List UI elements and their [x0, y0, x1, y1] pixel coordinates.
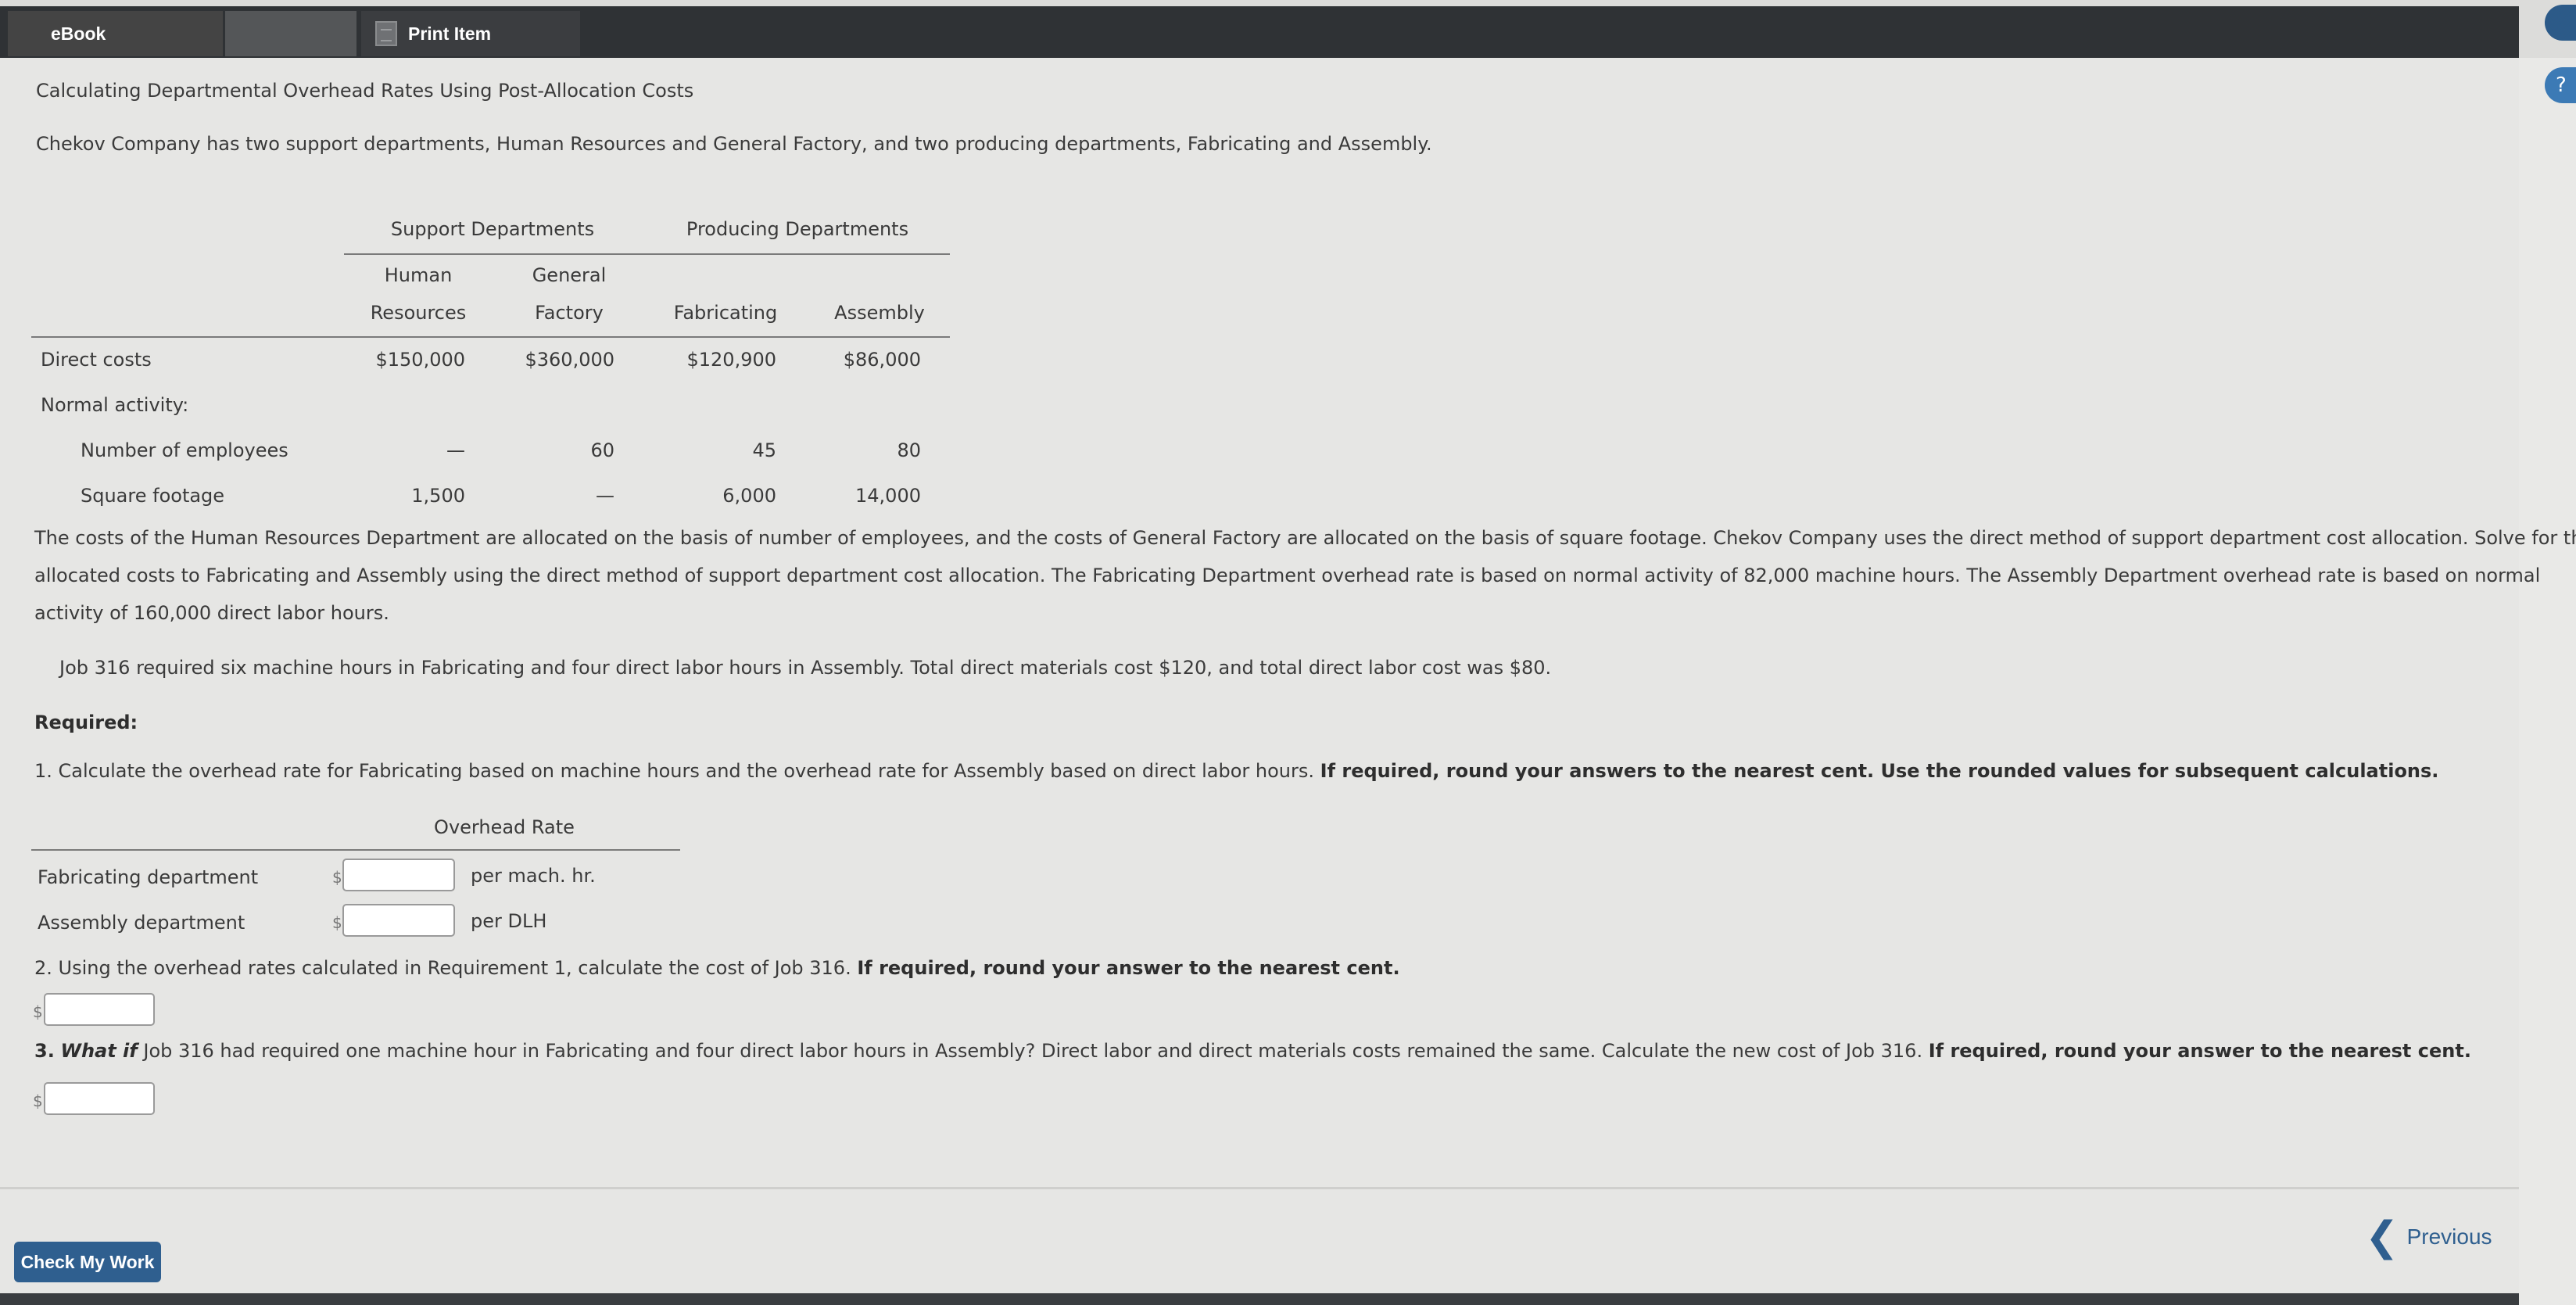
cell-emp-gf: 60 — [590, 439, 614, 461]
paragraph-allocation-line-2: allocated costs to Fabricating and Assem… — [34, 565, 2541, 586]
row-sqft-label: Square footage — [81, 485, 225, 507]
assembly-currency: $ — [332, 913, 342, 932]
overhead-rate-header: Overhead Rate — [434, 816, 575, 838]
cell-emp-hr: — — [446, 439, 465, 461]
col-hr-2: Resources — [370, 302, 467, 324]
paragraph-job-316: Job 316 required six machine hours in Fa… — [59, 657, 1552, 679]
cell-emp-asm: 80 — [897, 439, 921, 461]
assembly-rate-label: Assembly department — [38, 912, 245, 934]
tab-print-label: Print Item — [408, 23, 492, 44]
chevron-left-icon: ❮ — [2365, 1214, 2399, 1260]
cell-sqft-asm: 14,000 — [855, 485, 921, 507]
cell-direct-hr: $150,000 — [375, 349, 465, 371]
paragraph-allocation-line-1: The costs of the Human Resources Departm… — [34, 527, 2576, 549]
paragraph-allocation-line-3: activity of 160,000 direct labor hours. — [34, 602, 389, 624]
row-normal-activity-label: Normal activity: — [41, 394, 189, 416]
row-direct-costs-label: Direct costs — [41, 349, 152, 371]
tab-ebook[interactable]: eBook — [8, 11, 223, 56]
col-gf-1: General — [532, 264, 607, 286]
fabricating-currency: $ — [332, 868, 342, 887]
page-title: Calculating Departmental Overhead Rates … — [36, 80, 694, 102]
table-group-producing: Producing Departments — [686, 218, 909, 240]
table-column-rule — [31, 336, 950, 338]
fabricating-rate-label: Fabricating department — [38, 866, 259, 888]
question-3: 3. What if Job 316 had required one mach… — [34, 1040, 2471, 1062]
overhead-rate-rule — [31, 849, 680, 851]
right-margin — [2519, 58, 2576, 1305]
tab-print-item[interactable]: Print Item — [361, 11, 580, 56]
cell-sqft-gf: — — [596, 485, 614, 507]
cell-emp-fab: 45 — [752, 439, 776, 461]
cell-sqft-hr: 1,500 — [411, 485, 465, 507]
table-header-rule — [344, 253, 950, 255]
footer-divider — [0, 1187, 2519, 1189]
footer-strip — [0, 1293, 2519, 1305]
help-icon[interactable]: ? — [2545, 67, 2576, 103]
col-hr-1: Human — [384, 264, 453, 286]
required-heading: Required: — [34, 712, 138, 733]
table-group-support: Support Departments — [390, 218, 595, 240]
job-316-new-cost-input[interactable] — [44, 1082, 155, 1115]
q2-currency: $ — [33, 1002, 43, 1021]
fabricating-rate-input[interactable] — [342, 859, 455, 891]
tab-ebook-label: eBook — [51, 23, 106, 44]
cell-direct-gf: $360,000 — [525, 349, 614, 371]
side-panel-button[interactable] — [2545, 5, 2576, 41]
fabricating-rate-unit: per mach. hr. — [471, 865, 596, 887]
assembly-rate-input[interactable] — [342, 904, 455, 937]
tab-blank[interactable] — [225, 11, 356, 56]
cell-sqft-fab: 6,000 — [722, 485, 776, 507]
row-employees-label: Number of employees — [81, 439, 288, 461]
intro-text: Chekov Company has two support departmen… — [36, 133, 1432, 155]
check-my-work-button[interactable]: Check My Work — [14, 1242, 161, 1282]
previous-label: Previous — [2406, 1224, 2492, 1249]
print-icon — [375, 21, 397, 46]
cell-direct-asm: $86,000 — [843, 349, 921, 371]
question-1: 1. Calculate the overhead rate for Fabri… — [34, 760, 2439, 782]
assembly-rate-unit: per DLH — [471, 910, 547, 932]
cell-direct-fab: $120,900 — [686, 349, 776, 371]
col-fab: Fabricating — [673, 302, 778, 324]
previous-button[interactable]: ❮ Previous — [2365, 1214, 2492, 1260]
top-toolbar: eBook Print Item — [0, 6, 2519, 58]
job-316-cost-input[interactable] — [44, 993, 155, 1026]
question-2: 2. Using the overhead rates calculated i… — [34, 957, 1400, 979]
q3-currency: $ — [33, 1092, 43, 1110]
question-content: Calculating Departmental Overhead Rates … — [0, 58, 2576, 1305]
col-asm: Assembly — [834, 302, 925, 324]
col-gf-2: Factory — [535, 302, 604, 324]
